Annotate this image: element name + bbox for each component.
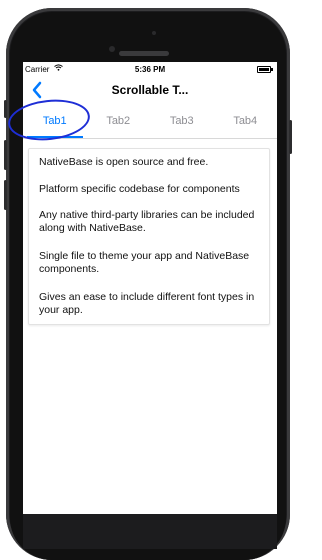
home-bezel (23, 514, 277, 549)
volume-up-button (4, 140, 7, 170)
device-screen: Carrier 5:36 PM Scrollable T... Tab1 Tab… (23, 62, 277, 514)
list-item: NativeBase is open source and free. (39, 156, 209, 168)
tab-2[interactable]: Tab2 (87, 106, 151, 138)
content-card: NativeBase is open source and free. Plat… (28, 148, 270, 325)
status-time: 5:36 PM (134, 65, 166, 74)
volume-down-button (4, 180, 7, 210)
status-bar: Carrier 5:36 PM (23, 62, 277, 76)
power-button (289, 120, 292, 154)
front-camera (109, 46, 115, 52)
earpiece-speaker (119, 51, 169, 56)
navigation-bar: Scrollable T... (23, 76, 277, 106)
sensor-dot (152, 31, 156, 35)
list-item: Platform specific codebase for component… (39, 183, 240, 195)
list-item: Gives an ease to include different font … (39, 291, 255, 316)
list-item: Any native third-party libraries can be … (39, 209, 255, 234)
list-item: Single file to theme your app and Native… (39, 250, 250, 275)
tab-3[interactable]: Tab3 (150, 106, 214, 138)
mute-switch (4, 100, 7, 118)
tab-1[interactable]: Tab1 (23, 106, 87, 138)
battery-icon (257, 66, 273, 73)
page-title: Scrollable T... (111, 83, 189, 97)
tab-4[interactable]: Tab4 (214, 106, 278, 138)
tab-bar: Tab1 Tab2 Tab3 Tab4 (23, 106, 277, 139)
